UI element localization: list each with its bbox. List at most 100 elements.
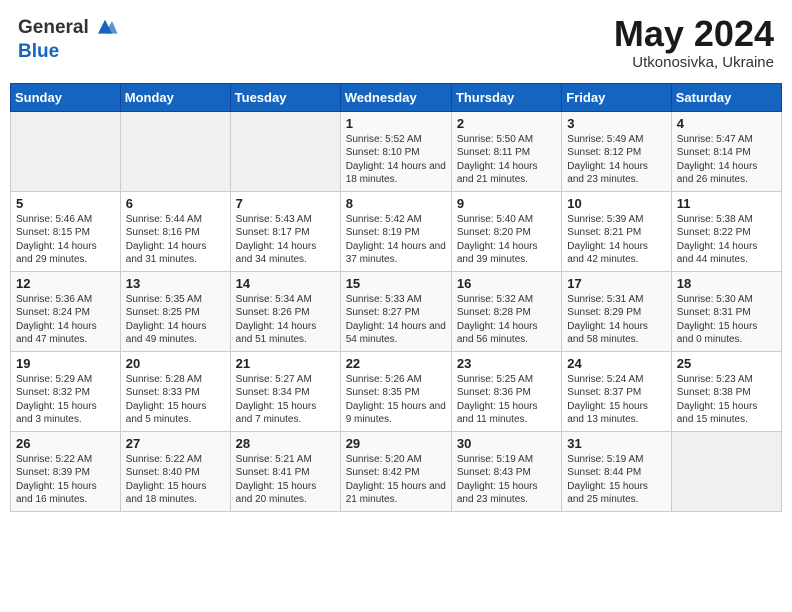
table-row: 12Sunrise: 5:36 AMSunset: 8:24 PMDayligh… (11, 271, 121, 351)
table-row: 5 Sunrise: 5:46 AMSunset: 8:15 PMDaylight… (11, 191, 121, 271)
day-info: Sunrise: 5:33 AMSunset: 8:27 PMDaylight:… (346, 293, 446, 347)
page-header: General Blue May 2024 Utkonosivka, Ukrai… (10, 10, 782, 75)
table-row: 16 Sunrise: 5:32 AMSunset: 8:28 PMDayligh… (451, 271, 561, 351)
header-thursday: Thursday (451, 83, 561, 111)
calendar-week-row: 5 Sunrise: 5:46 AMSunset: 8:15 PMDaylight… (11, 191, 782, 271)
header-friday: Friday (562, 83, 671, 111)
day-number: 6 (126, 196, 225, 211)
day-number: 23 (457, 356, 556, 371)
day-info: Sunrise: 5:21 AMSunset: 8:41 PMDaylight:… (236, 453, 335, 507)
day-number: 21 (236, 356, 335, 371)
day-info: Sunrise: 5:29 AMSunset: 8:32 PMDaylight:… (16, 373, 115, 427)
table-row: 26Sunrise: 5:22 AMSunset: 8:39 PMDayligh… (11, 431, 121, 511)
day-number: 20 (126, 356, 225, 371)
table-row: 31 Sunrise: 5:19 AMSunset: 8:44 PMDayligh… (562, 431, 671, 511)
calendar-week-row: 26Sunrise: 5:22 AMSunset: 8:39 PMDayligh… (11, 431, 782, 511)
table-row: 17 Sunrise: 5:31 AMSunset: 8:29 PMDayligh… (562, 271, 671, 351)
calendar-week-row: 12Sunrise: 5:36 AMSunset: 8:24 PMDayligh… (11, 271, 782, 351)
header-saturday: Saturday (671, 83, 781, 111)
table-row: 27 Sunrise: 5:22 AMSunset: 8:40 PMDayligh… (120, 431, 230, 511)
day-info: Sunrise: 5:30 AMSunset: 8:31 PMDaylight:… (677, 293, 776, 347)
day-number: 14 (236, 276, 335, 291)
day-info: Sunrise: 5:25 AMSunset: 8:36 PMDaylight:… (457, 373, 556, 427)
day-info: Sunrise: 5:40 AMSunset: 8:20 PMDaylight:… (457, 213, 556, 267)
table-row: 29Sunrise: 5:20 AMSunset: 8:42 PMDayligh… (340, 431, 451, 511)
logo-general: General (18, 17, 89, 38)
day-info: Sunrise: 5:42 AMSunset: 8:19 PMDaylight:… (346, 213, 446, 267)
day-number: 11 (677, 196, 776, 211)
table-row: 22 Sunrise: 5:26 AMSunset: 8:35 PMDayligh… (340, 351, 451, 431)
day-number: 22 (346, 356, 446, 371)
calendar-week-row: 1Sunrise: 5:52 AMSunset: 8:10 PMDaylight… (11, 111, 782, 191)
day-number: 18 (677, 276, 776, 291)
day-info: Sunrise: 5:46 AMSunset: 8:15 PMDaylight:… (16, 213, 115, 267)
day-info: Sunrise: 5:38 AMSunset: 8:22 PMDaylight:… (677, 213, 776, 267)
day-number: 17 (567, 276, 665, 291)
day-info: Sunrise: 5:50 AMSunset: 8:11 PMDaylight:… (457, 133, 556, 187)
day-number: 31 (567, 436, 665, 451)
day-info: Sunrise: 5:39 AMSunset: 8:21 PMDaylight:… (567, 213, 665, 267)
table-row: 6 Sunrise: 5:44 AMSunset: 8:16 PMDaylight… (120, 191, 230, 271)
table-row: 23 Sunrise: 5:25 AMSunset: 8:36 PMDayligh… (451, 351, 561, 431)
day-info: Sunrise: 5:49 AMSunset: 8:12 PMDaylight:… (567, 133, 665, 187)
day-number: 30 (457, 436, 556, 451)
day-info: Sunrise: 5:19 AMSunset: 8:43 PMDaylight:… (457, 453, 556, 507)
table-row: 2 Sunrise: 5:50 AMSunset: 8:11 PMDaylight… (451, 111, 561, 191)
table-row (120, 111, 230, 191)
table-row: 4 Sunrise: 5:47 AMSunset: 8:14 PMDaylight… (671, 111, 781, 191)
table-row: 14 Sunrise: 5:34 AMSunset: 8:26 PMDayligh… (230, 271, 340, 351)
table-row: 13 Sunrise: 5:35 AMSunset: 8:25 PMDayligh… (120, 271, 230, 351)
day-info: Sunrise: 5:47 AMSunset: 8:14 PMDaylight:… (677, 133, 776, 187)
day-info: Sunrise: 5:27 AMSunset: 8:34 PMDaylight:… (236, 373, 335, 427)
table-row: 1Sunrise: 5:52 AMSunset: 8:10 PMDaylight… (340, 111, 451, 191)
day-number: 15 (346, 276, 446, 291)
day-info: Sunrise: 5:35 AMSunset: 8:25 PMDaylight:… (126, 293, 225, 347)
day-number: 27 (126, 436, 225, 451)
table-row: 8Sunrise: 5:42 AMSunset: 8:19 PMDaylight… (340, 191, 451, 271)
day-info: Sunrise: 5:19 AMSunset: 8:44 PMDaylight:… (567, 453, 665, 507)
day-number: 2 (457, 116, 556, 131)
day-info: Sunrise: 5:44 AMSunset: 8:16 PMDaylight:… (126, 213, 225, 267)
day-info: Sunrise: 5:52 AMSunset: 8:10 PMDaylight:… (346, 133, 446, 187)
logo: General Blue (18, 14, 119, 63)
day-info: Sunrise: 5:22 AMSunset: 8:40 PMDaylight:… (126, 453, 225, 507)
day-number: 19 (16, 356, 115, 371)
day-info: Sunrise: 5:31 AMSunset: 8:29 PMDaylight:… (567, 293, 665, 347)
day-info: Sunrise: 5:43 AMSunset: 8:17 PMDaylight:… (236, 213, 335, 267)
day-info: Sunrise: 5:26 AMSunset: 8:35 PMDaylight:… (346, 373, 446, 427)
table-row: 28Sunrise: 5:21 AMSunset: 8:41 PMDayligh… (230, 431, 340, 511)
table-row: 30 Sunrise: 5:19 AMSunset: 8:43 PMDayligh… (451, 431, 561, 511)
day-number: 5 (16, 196, 115, 211)
day-number: 16 (457, 276, 556, 291)
day-number: 3 (567, 116, 665, 131)
day-number: 13 (126, 276, 225, 291)
table-row: 18 Sunrise: 5:30 AMSunset: 8:31 PMDayligh… (671, 271, 781, 351)
title-block: May 2024 Utkonosivka, Ukraine (614, 14, 774, 71)
day-info: Sunrise: 5:28 AMSunset: 8:33 PMDaylight:… (126, 373, 225, 427)
day-number: 4 (677, 116, 776, 131)
day-number: 7 (236, 196, 335, 211)
table-row (11, 111, 121, 191)
table-row: 19 Sunrise: 5:29 AMSunset: 8:32 PMDayligh… (11, 351, 121, 431)
table-row: 11 Sunrise: 5:38 AMSunset: 8:22 PMDayligh… (671, 191, 781, 271)
day-info: Sunrise: 5:24 AMSunset: 8:37 PMDaylight:… (567, 373, 665, 427)
calendar-header-row: Sunday Monday Tuesday Wednesday Thursday… (11, 83, 782, 111)
day-number: 10 (567, 196, 665, 211)
header-sunday: Sunday (11, 83, 121, 111)
day-info: Sunrise: 5:34 AMSunset: 8:26 PMDaylight:… (236, 293, 335, 347)
day-number: 24 (567, 356, 665, 371)
header-monday: Monday (120, 83, 230, 111)
day-info: Sunrise: 5:32 AMSunset: 8:28 PMDaylight:… (457, 293, 556, 347)
location: Utkonosivka, Ukraine (614, 54, 774, 71)
day-number: 26 (16, 436, 115, 451)
header-tuesday: Tuesday (230, 83, 340, 111)
table-row (230, 111, 340, 191)
table-row: 15 Sunrise: 5:33 AMSunset: 8:27 PMDayligh… (340, 271, 451, 351)
table-row: 9Sunrise: 5:40 AMSunset: 8:20 PMDaylight… (451, 191, 561, 271)
day-number: 25 (677, 356, 776, 371)
table-row: 24 Sunrise: 5:24 AMSunset: 8:37 PMDayligh… (562, 351, 671, 431)
table-row: 3 Sunrise: 5:49 AMSunset: 8:12 PMDaylight… (562, 111, 671, 191)
logo-icon (91, 14, 119, 42)
table-row: 21 Sunrise: 5:27 AMSunset: 8:34 PMDayligh… (230, 351, 340, 431)
day-info: Sunrise: 5:20 AMSunset: 8:42 PMDaylight:… (346, 453, 446, 507)
